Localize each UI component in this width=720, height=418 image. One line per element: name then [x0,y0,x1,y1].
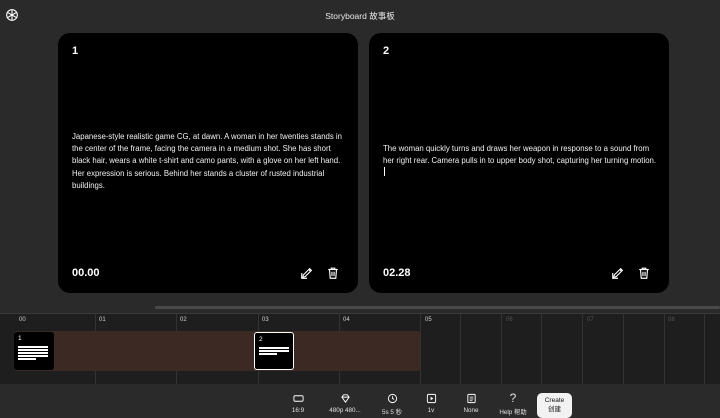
tick-label: 06 [506,317,513,323]
aspect-ratio-button[interactable]: 16:9 [285,393,311,414]
bottom-toolbar: 16:9 480p 480... 5s 5 秒 1v None ? Help 帮… [0,388,720,418]
clip-text-line [18,349,48,351]
clip-text-line [259,353,277,355]
tick-line [460,314,461,384]
quality-label: 480p 480... [329,407,361,414]
tick-label: 00 [19,317,26,323]
tick-label: 07 [587,317,594,323]
play-square-icon [426,393,436,404]
tick-label: 01 [99,317,106,323]
clip-number: 1 [18,335,22,342]
preset-button[interactable]: None [459,393,483,414]
tick-label: 08 [668,317,675,323]
create-label-zh: 创建 [548,406,561,413]
timeline-clip-1[interactable]: 1 [14,332,54,370]
horizontal-scrollbar[interactable] [155,306,720,309]
clip-number: 2 [259,336,263,343]
clip-text-line [259,350,289,352]
edit-icon[interactable] [300,266,314,280]
tick-label: 05 [425,317,432,323]
tick-line [420,314,421,384]
card-prompt-text[interactable]: Japanese-style realistic game CG, at daw… [72,131,347,192]
tick-label: 04 [343,317,350,323]
tick-label: 02 [180,317,187,323]
clip-text-line [18,355,48,357]
card-number: 1 [72,45,79,57]
tick-label: 03 [262,317,269,323]
clip-text-line [18,346,48,348]
text-caret [384,167,385,177]
create-label-en: Create [544,397,565,404]
clip-text-line [18,352,48,354]
card-prompt-text[interactable]: The woman quickly turns and draws her we… [383,144,656,165]
trash-icon[interactable] [637,266,651,280]
help-label: Help 帮助 [499,409,527,416]
timeline[interactable]: 00 01 02 03 04 05 06 07 08 1 2 [0,313,720,384]
clip-text-line [259,347,289,349]
diamond-icon [340,394,350,403]
tick-line [704,314,705,384]
tick-line [623,314,624,384]
help-button[interactable]: ? Help 帮助 [496,391,530,416]
storyboard-card-2[interactable]: 2 The woman quickly turns and draws her … [369,33,669,293]
aspect-ratio-label: 16:9 [291,407,305,414]
edit-icon[interactable] [611,266,625,280]
tick-line [582,314,583,384]
quality-button[interactable]: 480p 480... [322,393,368,414]
card-prompt-text-wrapper[interactable]: The woman quickly turns and draws her we… [383,143,658,180]
card-timestamp: 02.28 [383,267,411,279]
timeline-clip-2[interactable]: 2 [254,332,294,370]
preset-label: None [463,407,479,414]
storyboard-card-1[interactable]: 1 Japanese-style realistic game CG, at d… [58,33,358,293]
variations-button[interactable]: 1v [421,393,441,414]
aspect-ratio-icon [292,395,304,402]
create-button[interactable]: Create 创建 [537,393,572,418]
card-number: 2 [383,45,390,57]
card-timestamp: 00.00 [72,267,100,279]
page-title: Storyboard 故事板 [325,11,395,21]
trash-icon[interactable] [326,266,340,280]
preset-icon [466,393,476,404]
clock-icon [387,393,397,404]
timeline-track[interactable] [14,331,420,371]
tick-line [664,314,665,384]
variations-label: 1v [427,407,435,414]
question-mark-icon: ? [509,391,517,405]
duration-button[interactable]: 5s 5 秒 [377,393,407,416]
tick-line [501,314,502,384]
clip-text-line [18,358,36,360]
duration-label: 5s 5 秒 [382,409,402,416]
tick-line [541,314,542,384]
